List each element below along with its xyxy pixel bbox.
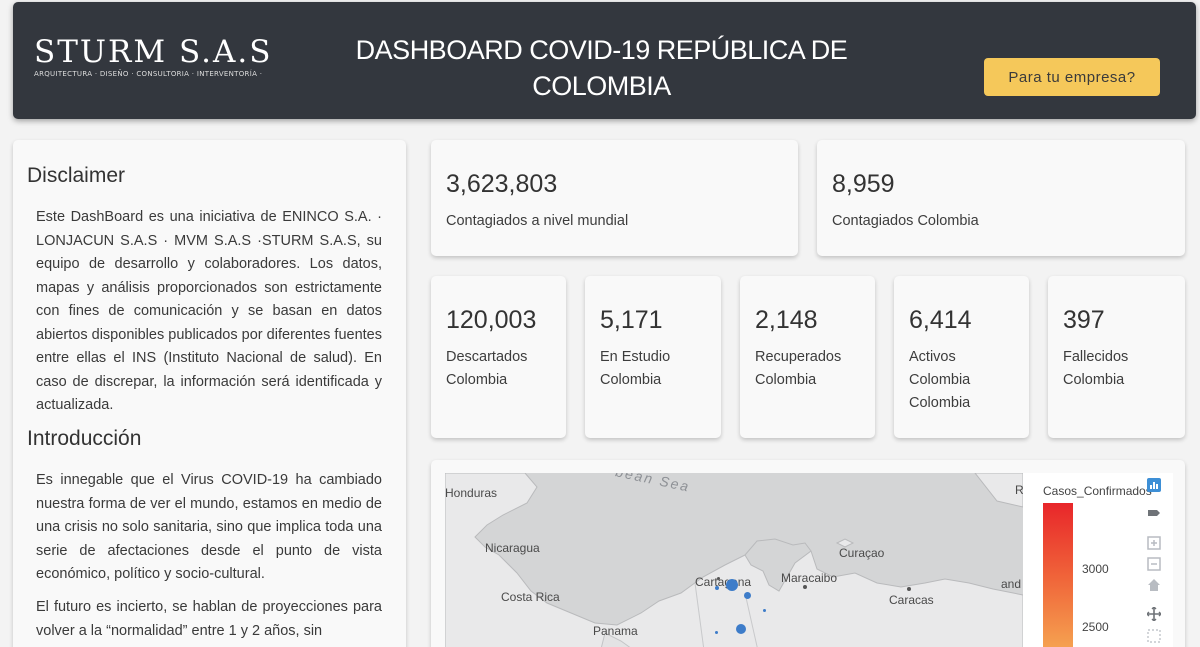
map-marker[interactable] [715,586,719,590]
stat-label: Descartados Colombia [446,349,528,388]
stat-label: Fallecidos Colombia [1063,349,1129,388]
stat-value: 8,959 [832,170,895,198]
stat-value: 120,003 [446,306,537,334]
stat-value: 397 [1063,306,1105,334]
logo-tagline: ARQUITECTURA · DISEÑO · CONSULTORIA · IN… [34,70,263,78]
zoom-in-icon[interactable] [1147,536,1161,550]
stat-label: En Estudio Colombia [600,349,671,388]
legend-colorbar [1043,503,1073,647]
map-land-shapes [445,473,1023,647]
disclaimer-heading: Disclaimer [27,164,126,187]
map-label-panama: Panama [593,624,638,638]
map-label-maracaibo: Maracaibo [781,571,838,585]
stat-label: Activos Colombia Colombia [909,349,971,411]
map-card: bean Sea Honduras Nicaragua Costa Rica P… [431,460,1185,647]
plotly-logo-icon[interactable] [1147,478,1161,492]
logo-name: STURM S.A.S [34,34,273,70]
map-label-curacao: Curaçao [839,546,885,560]
para-tu-empresa-button[interactable]: Para tu empresa? [984,58,1160,96]
intro-paragraph-1: Es innegable que el Virus COVID-19 ha ca… [36,472,382,582]
stat-value: 5,171 [600,306,663,334]
stat-value: 2,148 [755,306,818,334]
map-marker[interactable] [763,609,766,612]
map-label-costa-rica: Costa Rica [501,590,560,604]
legend-tick-label: 2500 [1082,620,1109,634]
map-label-cartagena: Cartagena [695,575,752,589]
stat-label: Recuperados Colombia [755,349,842,388]
legend-tick-label: 3000 [1082,562,1109,576]
cases-map[interactable]: bean Sea Honduras Nicaragua Costa Rica P… [445,473,1023,647]
legend-title: Casos_Confirmados [1043,484,1152,498]
stat-card-fallecidos: 397 Fallecidos Colombia [1048,276,1185,438]
map-marker-cartagena[interactable] [726,579,738,591]
stat-card-activos: 6,414 Activos Colombia Colombia [894,276,1029,438]
map-label-nicaragua: Nicaragua [485,541,540,555]
disclaimer-text: Este DashBoard es una iniciativa de ENIN… [36,209,382,413]
reset-home-icon[interactable] [1147,578,1161,592]
map-label-caracas: Caracas [889,593,934,607]
map-city-dot [717,577,720,580]
intro-heading: Introducción [27,427,142,450]
stat-label: Contagiados a nivel mundial [446,213,629,229]
map-legend: Casos_Confirmados 3000 2500 [1023,473,1173,647]
map-marker[interactable] [715,631,718,634]
map-city-dot [907,587,911,591]
map-city-dot [803,585,807,589]
map-label-edge-and: and [1001,577,1022,591]
pan-icon[interactable] [1146,606,1162,622]
select-box-icon[interactable] [1147,506,1161,520]
intro-paragraph-2: El futuro es incierto, se hablan de proy… [36,599,382,639]
page-title: DASHBOARD COVID-19 REPÚBLICA DE COLOMBIA [355,35,848,101]
map-label-honduras: Honduras [445,486,498,500]
stat-value: 3,623,803 [446,170,558,198]
map-marker[interactable] [744,592,751,599]
map-label-edge-r: R [1015,483,1023,497]
header-bar: STURM S.A.S ARQUITECTURA · DISEÑO · CONS… [13,2,1196,119]
stat-card-descartados: 120,003 Descartados Colombia [431,276,566,438]
stat-label: Contagiados Colombia [832,213,979,229]
stat-card-world: 3,623,803 Contagiados a nivel mundial [431,140,798,256]
zoom-out-icon[interactable] [1147,557,1161,571]
stat-card-colombia: 8,959 Contagiados Colombia [817,140,1185,256]
lasso-select-icon[interactable] [1147,629,1161,643]
stat-card-en-estudio: 5,171 En Estudio Colombia [585,276,721,438]
stat-value: 6,414 [909,306,972,334]
stat-card-recuperados: 2,148 Recuperados Colombia [740,276,875,438]
info-sidebar: Disclaimer Este DashBoard es una iniciat… [13,140,406,647]
map-marker[interactable] [736,624,746,634]
